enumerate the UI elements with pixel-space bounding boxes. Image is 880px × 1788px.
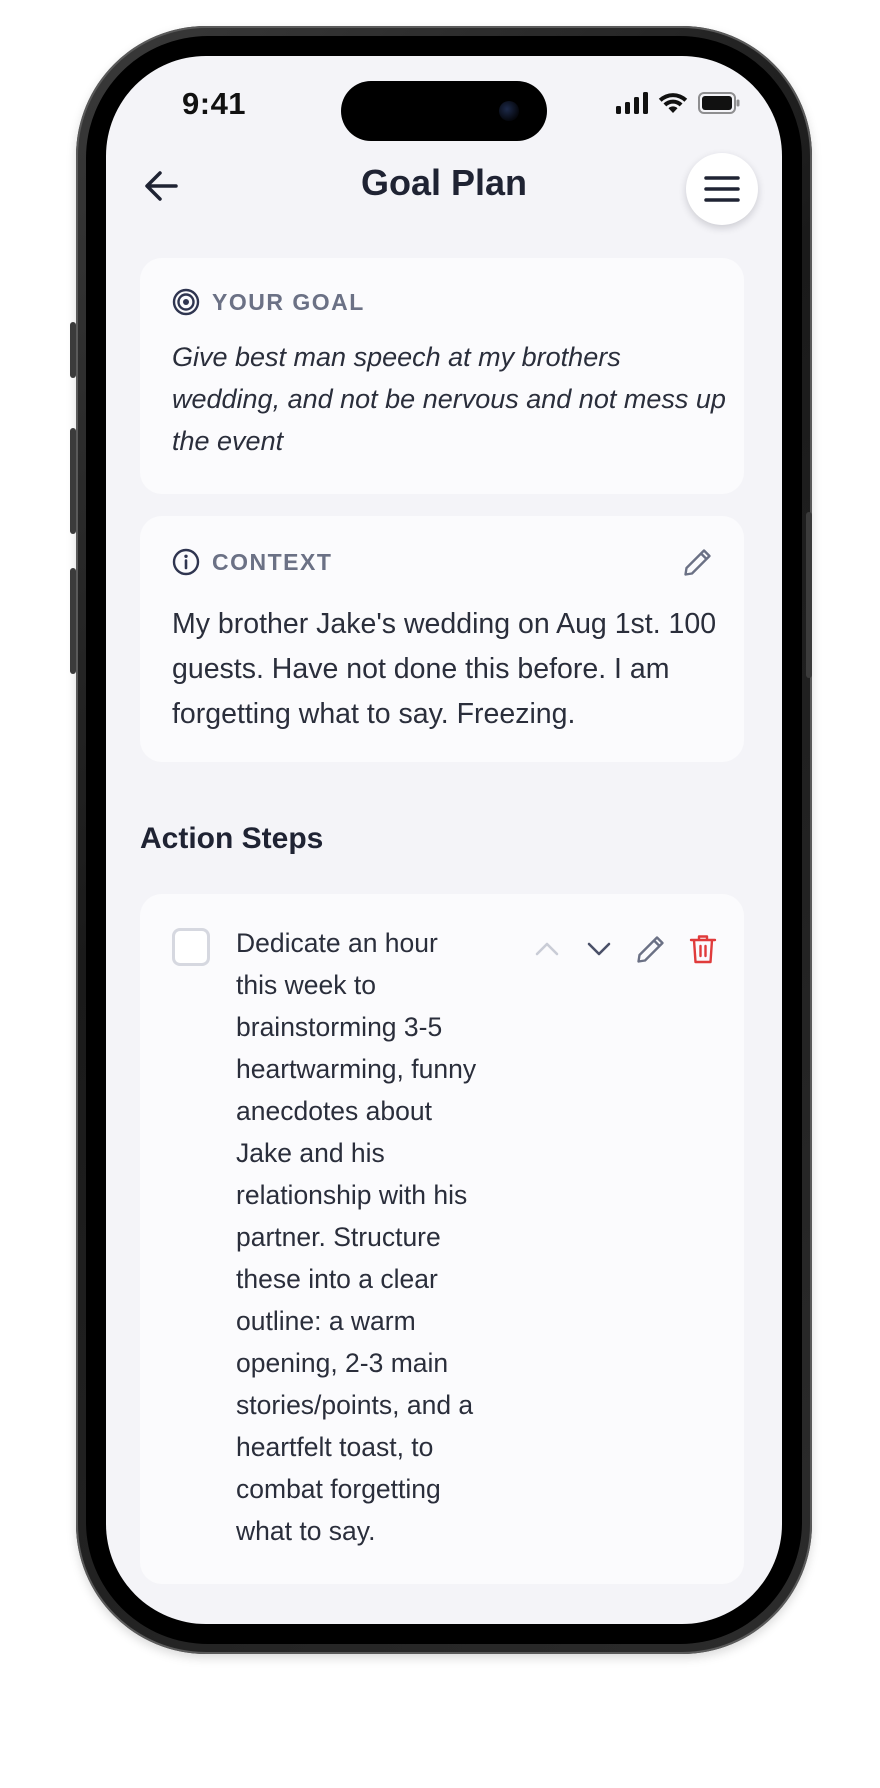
goal-text: Give best man speech at my brothers wedd…	[172, 342, 726, 456]
step-checkbox[interactable]	[172, 928, 210, 966]
step-text: Dedicate an hour this week to brainstorm…	[236, 928, 477, 1546]
context-text: My brother Jake's wedding on Aug 1st. 10…	[172, 608, 717, 730]
battery-icon	[698, 92, 740, 114]
hamburger-menu-icon	[704, 176, 740, 202]
context-card-header: CONTEXT	[172, 548, 332, 576]
trash-icon	[689, 935, 717, 964]
action-steps-title: Action Steps	[140, 822, 324, 855]
edit-context-button[interactable]	[682, 546, 714, 578]
menu-button[interactable]	[686, 153, 758, 225]
action-step-card: Dedicate an hour this week to brainstorm…	[140, 894, 744, 1584]
app-screen: 9:41 Goal Plan YOUR GOAL Give best man s…	[106, 56, 782, 1624]
delete-step-button[interactable]	[686, 932, 720, 966]
chevron-down-icon	[587, 942, 611, 956]
info-icon	[172, 548, 200, 576]
volume-up-button	[70, 428, 76, 534]
volume-down-button	[70, 568, 76, 674]
pencil-icon	[637, 936, 664, 963]
goal-card-header: YOUR GOAL	[172, 288, 365, 316]
page-title: Goal Plan	[360, 162, 528, 203]
context-card: CONTEXT My brother Jake's wedding on Aug…	[140, 516, 744, 762]
move-down-button[interactable]	[582, 932, 616, 966]
goal-card-label: YOUR GOAL	[212, 288, 365, 315]
dynamic-island	[341, 81, 547, 141]
wifi-icon	[658, 93, 688, 113]
step-actions	[530, 932, 720, 966]
context-card-label: CONTEXT	[212, 548, 333, 575]
camera-icon	[499, 101, 519, 121]
goal-card: YOUR GOAL Give best man speech at my bro…	[140, 258, 744, 494]
silent-switch	[70, 322, 76, 378]
status-time: 9:41	[182, 86, 247, 121]
cellular-signal-icon	[616, 92, 648, 114]
edit-step-button[interactable]	[634, 932, 668, 966]
target-icon	[172, 288, 200, 316]
move-up-button[interactable]	[530, 932, 564, 966]
power-button	[806, 512, 812, 678]
pencil-icon	[684, 549, 711, 576]
status-icons	[616, 88, 740, 118]
chevron-up-icon	[535, 942, 559, 956]
